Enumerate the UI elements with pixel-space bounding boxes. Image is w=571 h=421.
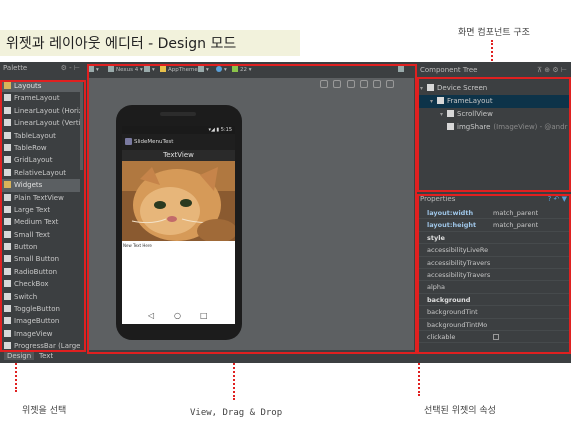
annotation-selected-props: 선택된 위젯의 속성 bbox=[424, 406, 496, 416]
highlight-properties bbox=[417, 194, 571, 354]
annotation-component-screen: 화면 컴포넌트 구조 bbox=[458, 28, 530, 38]
tab-design[interactable]: Design bbox=[4, 352, 35, 360]
tree-controls[interactable]: ⊼ ⊕ ⚙ ⊢ bbox=[537, 64, 567, 76]
highlight-palette bbox=[0, 80, 86, 352]
highlight-canvas bbox=[87, 64, 417, 354]
editor-mode-tabs: Design Text bbox=[0, 351, 84, 363]
tab-text[interactable]: Text bbox=[36, 352, 56, 360]
palette-title-label: Palette bbox=[3, 64, 28, 72]
palette-controls[interactable]: ⚙ - ⊢ bbox=[61, 62, 80, 74]
component-tree-title-label: Component Tree bbox=[420, 66, 478, 74]
annotation-view-drag-drop: View, Drag & Drop bbox=[190, 408, 283, 418]
component-tree-title: Component Tree ⊼ ⊕ ⚙ ⊢ bbox=[417, 64, 571, 76]
page-heading: 위젯과 레이아웃 에디터 - Design 모드 bbox=[6, 36, 237, 52]
highlight-tree bbox=[417, 77, 571, 192]
annotation-select-widget: 위젯을 선택 bbox=[22, 406, 67, 416]
palette-title: Palette ⚙ - ⊢ bbox=[0, 62, 84, 74]
